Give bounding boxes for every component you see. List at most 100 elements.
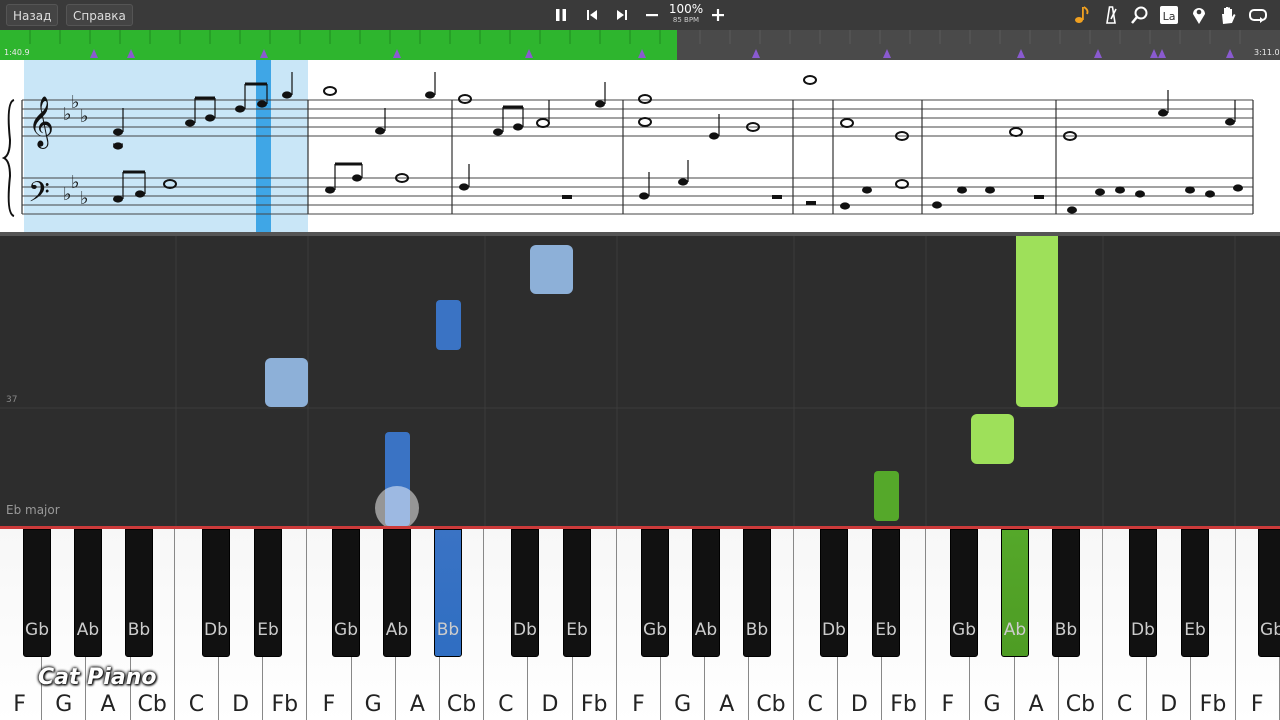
black-key[interactable]: Ab — [383, 529, 411, 657]
svg-text:La: La — [1163, 10, 1176, 23]
key-label: G — [983, 692, 1001, 717]
falling-note — [971, 414, 1014, 464]
key-label: A — [409, 692, 425, 717]
key-label: Gb — [1260, 620, 1280, 640]
black-key[interactable]: Eb — [254, 529, 282, 657]
key-label: Ab — [76, 620, 100, 640]
roll-grid — [0, 236, 1280, 526]
plus-icon — [712, 9, 724, 21]
sheet-music-staff: 𝄞 𝄢 ♭♭♭ ♭♭♭ — [1, 60, 1254, 232]
previous-button[interactable] — [582, 5, 602, 25]
key-label: C — [188, 692, 205, 717]
key-label: D — [541, 692, 559, 717]
key-label: Fb — [890, 692, 917, 717]
marker-icon[interactable] — [1188, 4, 1210, 26]
black-key[interactable]: Db — [1129, 529, 1157, 657]
key-label: A — [1028, 692, 1044, 717]
note-labels-icon[interactable]: La — [1158, 4, 1180, 26]
timeline-ticks — [29, 30, 1241, 58]
key-label: Db — [1131, 620, 1155, 640]
pause-button[interactable] — [551, 5, 571, 25]
measure-number: 37 — [6, 395, 18, 405]
key-label: Db — [822, 620, 846, 640]
black-key[interactable]: Gb — [23, 529, 51, 657]
falling-note — [436, 300, 461, 350]
note-icon[interactable] — [1071, 4, 1093, 26]
loop-icon[interactable] — [1247, 4, 1269, 26]
key-label: F — [632, 692, 645, 717]
key-label: Cb — [137, 692, 167, 717]
black-key[interactable]: Db — [820, 529, 848, 657]
key-label: F — [1250, 692, 1264, 717]
key-label: C — [1116, 692, 1133, 717]
key-label: Gb — [25, 620, 49, 640]
falling-note — [1016, 236, 1058, 407]
key-label: Gb — [334, 620, 358, 640]
next-button[interactable] — [612, 5, 632, 25]
black-key[interactable]: Eb — [1181, 529, 1209, 657]
tempo-display[interactable]: 100% 85 BPM — [667, 3, 705, 25]
black-key[interactable]: Bb — [1052, 529, 1080, 657]
key-label: C — [807, 692, 823, 717]
key-label: Fb — [580, 692, 608, 717]
key-label: G — [674, 692, 692, 717]
back-button[interactable]: Назад — [6, 4, 59, 26]
top-toolbar: Назад Справка 100% 85 BPM La — [0, 0, 1280, 30]
black-key[interactable]: Ab — [1001, 529, 1029, 657]
black-key[interactable]: Eb — [563, 529, 591, 657]
key-label: D — [850, 692, 868, 717]
key-label: Ab — [694, 620, 718, 640]
key-label: G — [364, 692, 382, 717]
key-label: Eb — [1184, 620, 1206, 640]
key-label: C — [498, 692, 514, 717]
hand-icon[interactable] — [1217, 4, 1239, 26]
key-label: D — [232, 692, 250, 717]
skip-forward-icon — [617, 10, 627, 20]
watermark: Cat Piano — [38, 665, 157, 690]
black-key[interactable]: Ab — [692, 529, 720, 657]
search-icon[interactable] — [1129, 4, 1151, 26]
key-label: Eb — [875, 620, 897, 640]
sheet-music[interactable]: 𝄞 𝄢 ♭ ♭ ♭ ♭ ♭ ♭ — [0, 60, 1280, 236]
black-key[interactable]: Db — [202, 529, 230, 657]
key-label: Gb — [643, 620, 667, 640]
minus-icon — [646, 14, 658, 17]
falling-note — [530, 245, 573, 294]
metronome-icon[interactable] — [1100, 4, 1122, 26]
tempo-increase-button[interactable] — [708, 5, 728, 25]
key-label: Db — [513, 620, 537, 640]
tempo-percent: 100% — [668, 2, 704, 16]
tempo-bpm: 85 BPM — [672, 16, 700, 24]
help-button[interactable]: Справка — [66, 4, 133, 26]
pause-icon — [556, 9, 566, 21]
black-key[interactable]: Bb — [743, 529, 771, 657]
key-label: D — [1160, 692, 1178, 717]
key-label: Bb — [1054, 620, 1078, 640]
svg-text:♭: ♭ — [71, 92, 80, 113]
key-signature-label: Eb major — [6, 503, 60, 517]
piano-keyboard[interactable]: F G A Cb C D Fb F G A Cb C D Fb F G A Cb C D Fb F G A Cb C D Fb F Gb A… — [0, 526, 1280, 720]
tempo-decrease-button[interactable] — [642, 5, 662, 25]
key-label: A — [719, 692, 735, 717]
key-label: Eb — [566, 620, 588, 640]
black-key[interactable]: Gb — [641, 529, 669, 657]
black-key[interactable]: Gb — [950, 529, 978, 657]
black-key[interactable]: Ab — [74, 529, 102, 657]
svg-text:♭: ♭ — [80, 106, 89, 127]
black-key[interactable]: Bb — [434, 529, 462, 657]
falling-notes-area — [0, 236, 1280, 526]
key-label: Fb — [271, 692, 299, 717]
key-label: F — [13, 692, 26, 717]
falling-note — [874, 471, 899, 521]
black-key[interactable]: Gb — [1258, 529, 1280, 657]
song-timeline[interactable]: 1:40.9 3:11.0 — [0, 30, 1280, 60]
black-key[interactable]: Gb — [332, 529, 360, 657]
key-label: Bb — [127, 620, 151, 640]
key-label: Cb — [446, 692, 477, 717]
svg-text:♭: ♭ — [80, 188, 89, 209]
key-label: Ab — [385, 620, 409, 640]
black-key[interactable]: Bb — [125, 529, 153, 657]
key-label: Gb — [952, 620, 976, 640]
black-key[interactable]: Db — [511, 529, 539, 657]
black-key[interactable]: Eb — [872, 529, 900, 657]
